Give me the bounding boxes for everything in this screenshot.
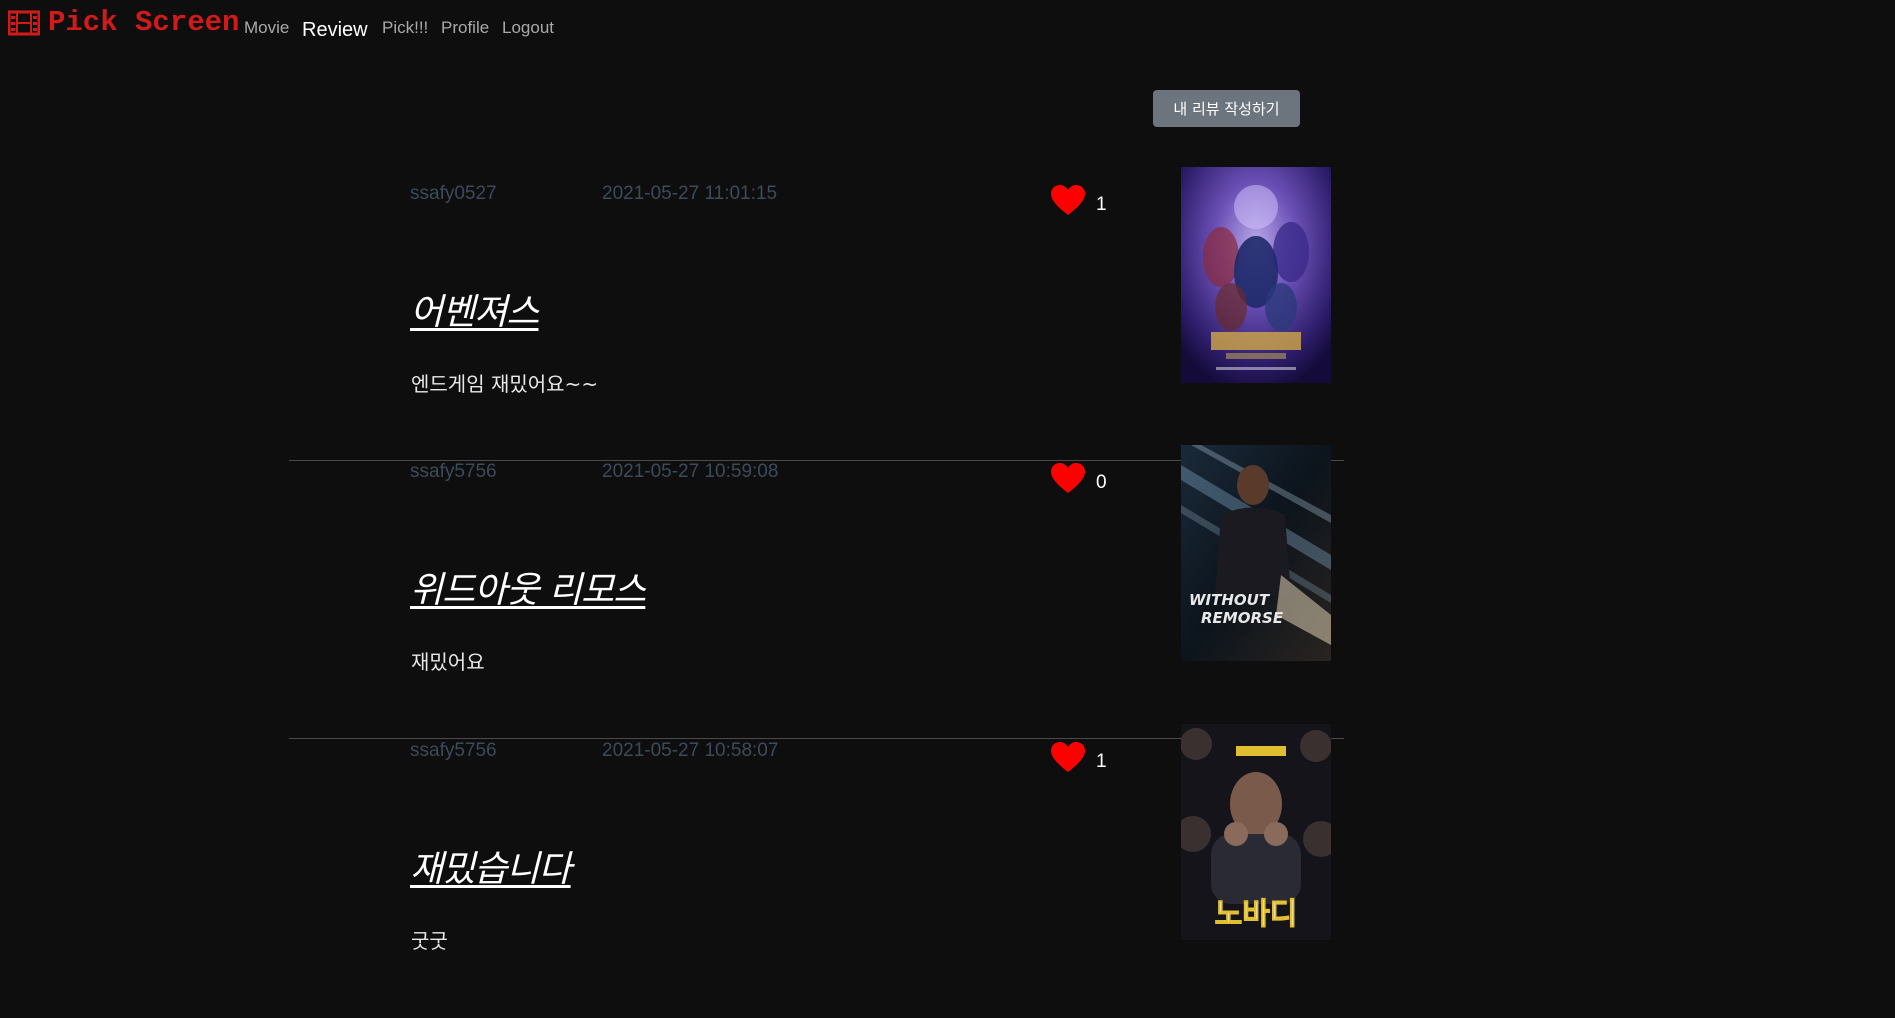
nav-logout[interactable]: Logout — [502, 18, 554, 38]
write-review-button[interactable]: 내 리뷰 작성하기 — [1153, 90, 1300, 127]
review-date: 2021-05-27 10:58:07 — [602, 740, 779, 761]
avengers-endgame-poster[interactable] — [1181, 167, 1331, 383]
heart-icon[interactable] — [1051, 463, 1085, 494]
review-card: ssafy5756 2021-05-27 10:58:07 1 재밌습니다 굿굿… — [289, 724, 1344, 1018]
brand-name: Pick Screen — [48, 6, 240, 39]
nav-pick[interactable]: Pick!!! — [382, 18, 428, 38]
nav-movie[interactable]: Movie — [244, 18, 289, 38]
heart-icon[interactable] — [1051, 185, 1085, 216]
review-date: 2021-05-27 11:01:15 — [602, 183, 778, 204]
like-count: 0 — [1096, 472, 1107, 493]
review-card: ssafy0527 2021-05-27 11:01:15 1 어벤져스 엔드게… — [289, 167, 1344, 461]
review-date: 2021-05-27 10:59:08 — [602, 461, 779, 482]
nav-review[interactable]: Review — [302, 19, 368, 42]
review-title[interactable]: 어벤져스 — [410, 283, 539, 335]
review-title[interactable]: 위드아웃 리모스 — [410, 561, 646, 613]
review-card: ssafy5756 2021-05-27 10:59:08 0 위드아웃 리모스… — [289, 445, 1344, 739]
review-content: 재밌어요 — [411, 650, 485, 674]
like-count: 1 — [1096, 194, 1107, 215]
nobody-poster[interactable]: 노바디 — [1181, 724, 1331, 940]
svg-text:노바디: 노바디 — [1215, 897, 1298, 932]
navbar: Pick Screen Movie Review Pick!!! Profile… — [0, 0, 1895, 55]
review-content: 굿굿 — [411, 929, 448, 953]
like-count: 1 — [1096, 751, 1107, 772]
svg-text:WITHOUT: WITHOUT — [1189, 591, 1271, 609]
nav-profile[interactable]: Profile — [441, 18, 489, 38]
review-content: 엔드게임 재밌어요~~ — [411, 372, 599, 396]
review-author: ssafy5756 — [410, 461, 497, 482]
without-remorse-poster[interactable]: WITHOUT REMORSE — [1181, 445, 1331, 661]
brand-logo[interactable]: Pick Screen — [8, 6, 239, 39]
svg-text:REMORSE: REMORSE — [1201, 609, 1284, 627]
review-title[interactable]: 재밌습니다 — [410, 840, 572, 892]
review-author: ssafy5756 — [410, 740, 497, 761]
film-icon — [8, 10, 40, 35]
review-author: ssafy0527 — [410, 183, 497, 204]
heart-icon[interactable] — [1051, 742, 1085, 773]
